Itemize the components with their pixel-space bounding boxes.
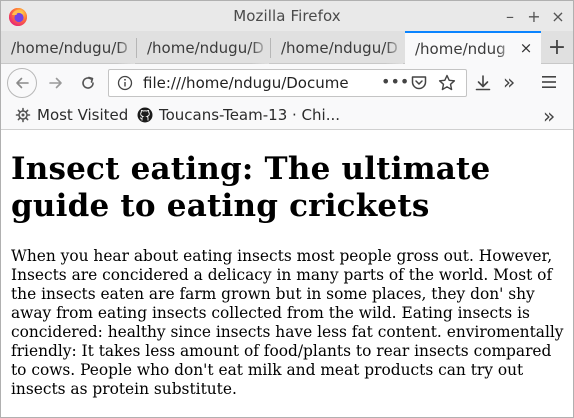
page-heading: Insect eating: The ultimate guide to eat… (11, 151, 491, 224)
tab-label: /home/ndugu/D (147, 38, 264, 57)
download-icon[interactable] (473, 73, 493, 93)
close-window-button[interactable]: × (547, 5, 569, 27)
url-text[interactable]: file:///home/ndugu/Docume (143, 74, 358, 92)
github-icon (137, 107, 153, 123)
reload-icon (82, 76, 94, 89)
window-title: Mozilla Firefox (233, 7, 341, 25)
tab-label: /home/ndugu (415, 40, 505, 58)
page-actions-icon[interactable]: ••• (381, 72, 409, 91)
navigation-toolbar: file:///home/ndugu/Docume ••• » (1, 64, 573, 102)
page-paragraph: When you hear about eating insects most … (11, 247, 564, 398)
firefox-window: Mozilla Firefox – + × /home/ndugu/D /hom… (0, 0, 574, 418)
gear-icon (15, 107, 31, 123)
back-button[interactable] (7, 68, 37, 98)
new-tab-button[interactable]: + (545, 34, 569, 60)
url-bar[interactable]: file:///home/ndugu/Docume ••• (108, 69, 467, 97)
bookmark-toucans-team[interactable]: Toucans-Team-13 · Chi... (137, 106, 340, 124)
bookmarks-toolbar: Most Visited Toucans-Team-13 · Chi... » (1, 102, 573, 130)
tab-label: /home/ndugu/D (11, 38, 128, 57)
reload-button[interactable] (73, 68, 103, 98)
toolbar-overflow-icon[interactable]: » (503, 70, 515, 94)
forward-button[interactable] (41, 68, 71, 98)
bookmarks-overflow-icon[interactable]: » (543, 104, 555, 128)
title-bar: Mozilla Firefox – + × (1, 1, 573, 31)
maximize-icon: + (527, 6, 541, 26)
tab-strip: /home/ndugu/D /home/ndugu/D /home/ndugu/… (1, 31, 573, 65)
tab-4-active[interactable]: /home/ndugu × (405, 31, 541, 65)
firefox-logo-icon (9, 8, 27, 26)
plus-icon: + (547, 34, 567, 60)
arrow-right-icon (49, 77, 62, 89)
tab-1[interactable]: /home/ndugu/D (1, 31, 137, 64)
close-icon: × (551, 6, 565, 26)
hamburger-menu-icon[interactable] (541, 74, 557, 90)
arrow-left-icon (16, 77, 29, 89)
bookmark-star-icon[interactable] (437, 73, 457, 93)
bookmark-most-visited[interactable]: Most Visited (15, 106, 128, 124)
tab-3[interactable]: /home/ndugu/D (271, 31, 405, 64)
close-tab-icon[interactable]: × (517, 39, 535, 57)
tab-label: /home/ndugu/D (281, 38, 398, 57)
minimize-button[interactable]: – (499, 5, 521, 27)
tab-2[interactable]: /home/ndugu/D (137, 31, 271, 64)
bookmark-label: Most Visited (37, 106, 129, 124)
maximize-button[interactable]: + (523, 5, 545, 27)
info-icon[interactable] (115, 73, 135, 93)
pocket-icon[interactable] (410, 74, 428, 92)
bookmark-label: Toucans-Team-13 · Chi... (159, 106, 340, 124)
minimize-icon: – (506, 6, 514, 26)
page-content: Insect eating: The ultimate guide to eat… (1, 131, 573, 417)
